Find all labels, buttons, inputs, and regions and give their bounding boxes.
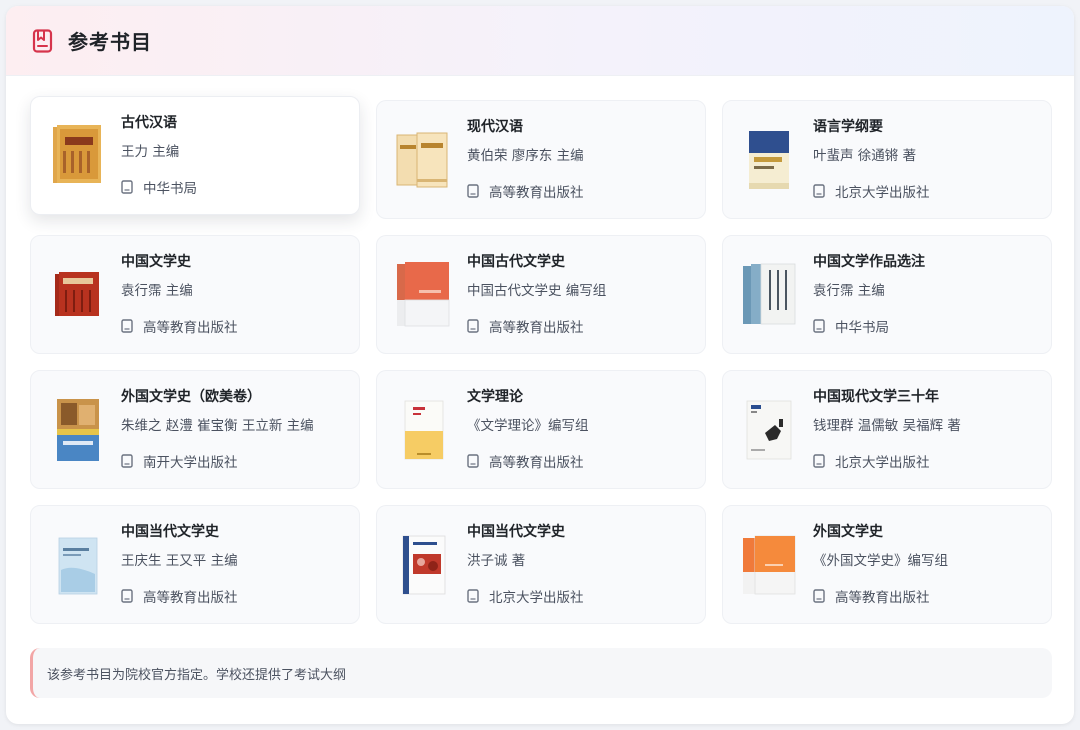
book-title: 文学理论 (467, 389, 523, 405)
book-author: 王庆生 王又平 主编 (121, 553, 238, 569)
publisher-name: 北京大学出版社 (489, 590, 584, 606)
building-icon (121, 589, 133, 603)
book-cover-zuopinxuanzhu (741, 260, 797, 330)
reference-books-panel: 参考书目 古代汉语 王力 主编 中华书局 现代汉语 黄伯荣 廖序东 主编 高等教… (6, 6, 1074, 724)
book-publisher: 北京大学出版社 (813, 181, 1041, 201)
book-cover-xiandai30 (741, 395, 797, 465)
book-author: 袁行霈 主编 (813, 283, 885, 299)
building-icon (813, 184, 825, 198)
book-publisher: 高等教育出版社 (121, 316, 349, 336)
building-icon (121, 454, 133, 468)
book-author: 钱理群 温儒敏 吴福辉 著 (813, 418, 961, 434)
publisher-name: 高等教育出版社 (835, 590, 930, 606)
book-author: 袁行霈 主编 (121, 283, 193, 299)
book-author: 中国古代文学史 编写组 (467, 283, 607, 299)
book-author: 《文学理论》编写组 (467, 418, 589, 434)
book-title: 中国现代文学三十年 (813, 389, 939, 405)
book-card[interactable]: 中国当代文学史 洪子诚 著 北京大学出版社 (376, 505, 706, 624)
publisher-name: 南开大学出版社 (143, 455, 238, 471)
book-author: 《外国文学史》编写组 (813, 553, 948, 569)
book-card[interactable]: 中国文学作品选注 袁行霈 主编 中华书局 (722, 235, 1052, 354)
book-publisher: 高等教育出版社 (467, 181, 695, 201)
book-publisher: 北京大学出版社 (467, 586, 695, 606)
book-cover-xiandaihanyu (395, 125, 451, 195)
publisher-name: 高等教育出版社 (489, 455, 584, 471)
book-cover-waiguo-oumei (49, 395, 105, 465)
page-title: 参考书目 (68, 30, 152, 54)
book-cover-yuyanxue (741, 125, 797, 195)
book-card[interactable]: 外国文学史 《外国文学史》编写组 高等教育出版社 (722, 505, 1052, 624)
book-publisher: 中华书局 (121, 177, 349, 197)
book-cover-dangdai-wang (49, 530, 105, 600)
book-cover-zhongguowenxueshi (49, 260, 105, 330)
book-publisher: 高等教育出版社 (813, 586, 1041, 606)
building-icon (467, 319, 479, 333)
book-title: 语言学纲要 (813, 119, 883, 135)
publisher-name: 北京大学出版社 (835, 455, 930, 471)
publisher-name: 北京大学出版社 (835, 185, 930, 201)
book-card[interactable]: 文学理论 《文学理论》编写组 高等教育出版社 (376, 370, 706, 489)
book-card[interactable]: 古代汉语 王力 主编 中华书局 (30, 96, 360, 215)
book-card[interactable]: 现代汉语 黄伯荣 廖序东 主编 高等教育出版社 (376, 100, 706, 219)
book-author: 王力 主编 (121, 144, 180, 160)
note-text: 该参考书目为院校官方指定。学校还提供了考试大纲 (47, 667, 347, 683)
book-author: 朱维之 赵澧 崔宝衡 王立新 主编 (121, 418, 314, 434)
publisher-name: 高等教育出版社 (143, 590, 238, 606)
panel-header: 参考书目 (6, 6, 1074, 76)
book-title: 中国古代文学史 (467, 254, 565, 270)
building-icon (813, 589, 825, 603)
book-card[interactable]: 中国文学史 袁行霈 主编 高等教育出版社 (30, 235, 360, 354)
book-title: 现代汉语 (467, 119, 523, 135)
publisher-name: 高等教育出版社 (489, 185, 584, 201)
book-publisher: 高等教育出版社 (467, 451, 695, 471)
book-card[interactable]: 语言学纲要 叶蜚声 徐通锵 著 北京大学出版社 (722, 100, 1052, 219)
building-icon (467, 454, 479, 468)
book-publisher: 高等教育出版社 (121, 586, 349, 606)
book-card[interactable]: 中国现代文学三十年 钱理群 温儒敏 吴福辉 著 北京大学出版社 (722, 370, 1052, 489)
book-cover-gudaiwenxueshi (395, 260, 451, 330)
building-icon (121, 180, 133, 194)
publisher-name: 中华书局 (143, 181, 197, 197)
book-cover-waiguowenxueshi (741, 530, 797, 600)
book-title: 古代汉语 (121, 115, 177, 131)
book-title: 外国文学史（欧美卷） (121, 389, 261, 405)
book-publisher: 中华书局 (813, 316, 1041, 336)
book-publisher: 南开大学出版社 (121, 451, 349, 471)
book-title: 中国文学作品选注 (813, 254, 925, 270)
book-author: 黄伯荣 廖序东 主编 (467, 148, 584, 164)
book-author: 洪子诚 著 (467, 553, 526, 569)
book-cover-wenxuelilun (395, 395, 451, 465)
book-author: 叶蜚声 徐通锵 著 (813, 148, 917, 164)
book-card[interactable]: 中国当代文学史 王庆生 王又平 主编 高等教育出版社 (30, 505, 360, 624)
building-icon (121, 319, 133, 333)
book-icon (32, 28, 53, 53)
building-icon (813, 454, 825, 468)
book-card[interactable]: 中国古代文学史 中国古代文学史 编写组 高等教育出版社 (376, 235, 706, 354)
book-publisher: 北京大学出版社 (813, 451, 1041, 471)
note-banner: 该参考书目为院校官方指定。学校还提供了考试大纲 (30, 648, 1052, 698)
building-icon (467, 184, 479, 198)
book-cover-dangdai-hong (395, 530, 451, 600)
publisher-name: 中华书局 (835, 320, 889, 336)
book-card[interactable]: 外国文学史（欧美卷） 朱维之 赵澧 崔宝衡 王立新 主编 南开大学出版社 (30, 370, 360, 489)
publisher-name: 高等教育出版社 (143, 320, 238, 336)
building-icon (467, 589, 479, 603)
book-cover-gudaihanyu (49, 121, 105, 191)
book-title: 中国当代文学史 (121, 524, 219, 540)
publisher-name: 高等教育出版社 (489, 320, 584, 336)
book-publisher: 高等教育出版社 (467, 316, 695, 336)
book-title: 中国当代文学史 (467, 524, 565, 540)
building-icon (813, 319, 825, 333)
book-grid: 古代汉语 王力 主编 中华书局 现代汉语 黄伯荣 廖序东 主编 高等教育出版社 … (30, 96, 1052, 624)
book-title: 中国文学史 (121, 254, 191, 270)
book-title: 外国文学史 (813, 524, 883, 540)
